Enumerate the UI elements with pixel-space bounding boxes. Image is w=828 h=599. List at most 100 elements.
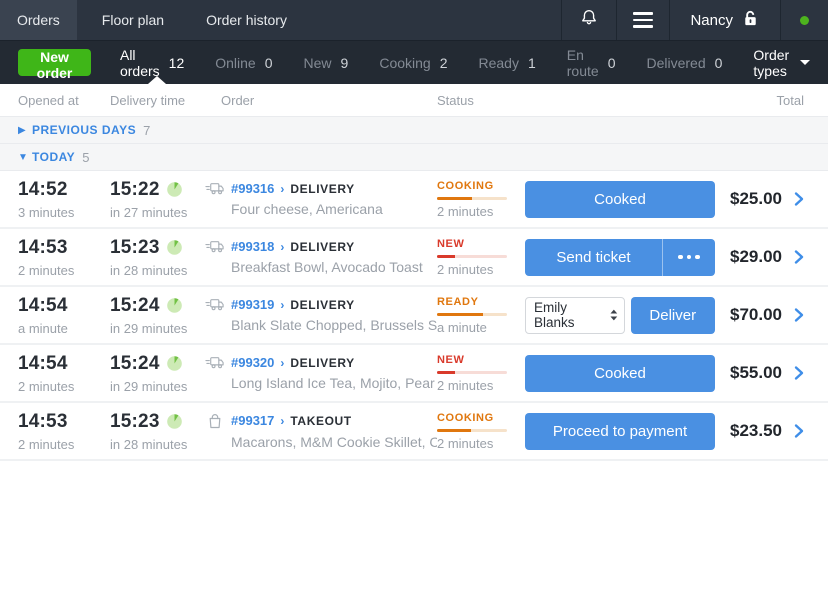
order-number-link[interactable]: #99320 — [231, 355, 274, 370]
column-header-status: Status — [437, 92, 474, 108]
order-row[interactable]: 14:54 a minute 15:24 in 29 minutes #9931… — [0, 287, 828, 345]
opened-ago: 3 minutes — [18, 204, 75, 220]
status-cell: COOKING 2 minutes — [437, 180, 525, 219]
hamburger-icon — [633, 12, 654, 28]
order-row[interactable]: 14:53 2 minutes 15:23 in 28 minutes #993… — [0, 403, 828, 461]
status-progress-bar — [437, 254, 507, 258]
order-number-link[interactable]: #99317 — [231, 413, 274, 428]
section-previous-days[interactable]: ▶ PREVIOUS DAYS 7 — [0, 117, 828, 144]
delivery-time-cell: 15:22 in 27 minutes — [110, 179, 205, 220]
action-cell: Emily Blanks Deliver — [525, 296, 715, 334]
section-count: 5 — [82, 149, 90, 165]
filter-tab-all-orders[interactable]: All orders 12 — [120, 47, 184, 79]
order-type-label: DELIVERY — [290, 297, 355, 312]
user-menu[interactable]: Nancy — [669, 0, 780, 40]
send-ticket-button[interactable]: Send ticket — [525, 239, 662, 276]
nav-tab-orders[interactable]: Orders — [0, 0, 77, 40]
section-count: 7 — [143, 122, 151, 138]
order-row[interactable]: 14:54 2 minutes 15:24 in 29 minutes #993… — [0, 345, 828, 403]
notifications-button[interactable] — [561, 0, 616, 40]
status-progress-bar — [437, 196, 507, 200]
open-order-chevron-icon[interactable] — [794, 365, 804, 381]
opened-at-cell: 14:54 a minute — [18, 295, 110, 336]
order-number-link[interactable]: #99319 — [231, 297, 274, 312]
order-link-caret-icon: › — [280, 239, 285, 254]
opened-time: 14:52 — [18, 178, 68, 200]
action-cell: Proceed to payment — [525, 412, 715, 450]
nav-tab-floor-plan-label: Floor plan — [101, 12, 165, 28]
courier-select[interactable]: Emily Blanks — [525, 296, 625, 334]
filter-tab-en-route[interactable]: En route 0 — [567, 47, 616, 79]
status-label: NEW — [437, 237, 465, 250]
delivery-time: 15:23 — [110, 236, 160, 258]
order-types-dropdown[interactable]: Order types — [753, 47, 810, 79]
cooked-button[interactable]: Cooked — [525, 180, 715, 218]
proceed-to-payment-button[interactable]: Proceed to payment — [525, 412, 715, 450]
order-types-label: Order types — [753, 46, 790, 79]
order-number-link[interactable]: #99316 — [231, 181, 274, 196]
filter-tab-count: 0 — [714, 54, 723, 71]
filter-tab-ready[interactable]: Ready 1 — [479, 55, 536, 71]
nav-right: Nancy — [561, 0, 828, 40]
cooked-button[interactable]: Cooked — [525, 354, 715, 392]
menu-button[interactable] — [616, 0, 669, 40]
open-order-chevron-icon[interactable] — [794, 307, 804, 323]
order-cell: #99320 › DELIVERY Long Island Ice Tea, M… — [205, 355, 437, 391]
status-elapsed: 2 minutes — [437, 435, 494, 451]
filter-tab-new[interactable]: New 9 — [304, 55, 349, 71]
filter-tab-count: 1 — [527, 54, 536, 71]
nav-tab-floor-plan[interactable]: Floor plan — [85, 0, 181, 40]
opened-ago: 2 minutes — [18, 378, 75, 394]
nav-tab-order-history[interactable]: Order history — [189, 0, 304, 40]
top-navbar: Orders Floor plan Order history Nancy — [0, 0, 828, 41]
delivery-time-cell: 15:23 in 28 minutes — [110, 237, 205, 278]
user-name: Nancy — [690, 11, 733, 29]
opened-at-cell: 14:53 2 minutes — [18, 411, 110, 452]
truck-icon — [205, 241, 224, 253]
filter-tab-count: 9 — [340, 54, 349, 71]
column-header-delivery-time: Delivery time — [110, 92, 186, 108]
status-label: READY — [437, 295, 479, 308]
order-row[interactable]: 14:53 2 minutes 15:23 in 28 minutes #993… — [0, 229, 828, 287]
open-order-chevron-icon[interactable] — [794, 249, 804, 265]
action-cell: Cooked — [525, 354, 715, 392]
caret-down-icon: ▼ — [18, 151, 28, 163]
new-order-button[interactable]: New order — [18, 49, 91, 81]
opened-time: 14:54 — [18, 352, 68, 374]
active-tab-notch — [148, 76, 166, 84]
filter-tabs: All orders 12 Online 0 New 9 Cooking 2 R… — [120, 47, 753, 79]
timer-pie-icon — [166, 414, 182, 429]
status-label: COOKING — [437, 179, 494, 192]
action-cell: Cooked — [525, 180, 715, 218]
opened-time: 14:53 — [18, 236, 68, 258]
filter-tab-label: All orders — [119, 46, 160, 79]
opened-at-cell: 14:54 2 minutes — [18, 353, 110, 394]
dot-icon — [695, 254, 700, 260]
deliver-button[interactable]: Deliver — [630, 296, 715, 334]
order-row[interactable]: 14:52 3 minutes 15:22 in 27 minutes #993… — [0, 171, 828, 229]
delivery-time: 15:24 — [110, 352, 160, 374]
open-order-chevron-icon[interactable] — [794, 423, 804, 439]
filter-tab-delivered[interactable]: Delivered 0 — [646, 55, 722, 71]
filter-tab-cooking[interactable]: Cooking 2 — [379, 55, 447, 71]
order-number-link[interactable]: #99318 — [231, 239, 274, 254]
chevron-down-icon — [800, 60, 810, 65]
action-cell: Send ticket — [525, 238, 715, 276]
order-total: $29.00 — [730, 247, 782, 266]
opened-ago: 2 minutes — [18, 262, 75, 278]
connection-status — [780, 0, 828, 40]
opened-at-cell: 14:52 3 minutes — [18, 179, 110, 220]
more-actions-button[interactable] — [663, 239, 715, 276]
total-cell: $25.00 — [715, 189, 804, 209]
status-elapsed: 2 minutes — [437, 203, 494, 219]
unlock-icon — [741, 9, 760, 32]
send-ticket-split-button: Send ticket — [525, 238, 715, 276]
section-today[interactable]: ▼ TODAY 5 — [0, 144, 828, 171]
status-elapsed: 2 minutes — [437, 261, 494, 277]
filter-tab-online[interactable]: Online 0 — [215, 55, 272, 71]
opened-ago: 2 minutes — [18, 436, 75, 452]
filter-tab-label: Cooking — [379, 54, 431, 71]
open-order-chevron-icon[interactable] — [794, 191, 804, 207]
orders-app: Orders Floor plan Order history Nancy Ne… — [0, 0, 828, 599]
opened-time: 14:54 — [18, 294, 68, 316]
